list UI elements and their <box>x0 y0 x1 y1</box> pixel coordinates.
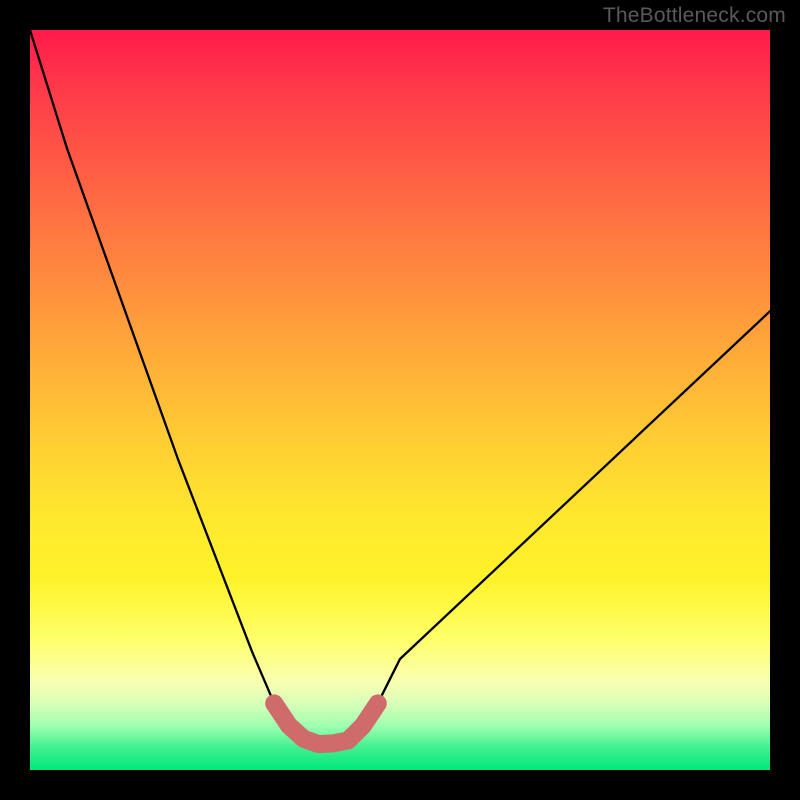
chart-bottom-marker <box>274 703 378 744</box>
chart-line-curve <box>30 30 770 744</box>
chart-plot-area <box>30 30 770 770</box>
watermark-text: TheBottleneck.com <box>603 4 786 28</box>
chart-svg <box>30 30 770 770</box>
